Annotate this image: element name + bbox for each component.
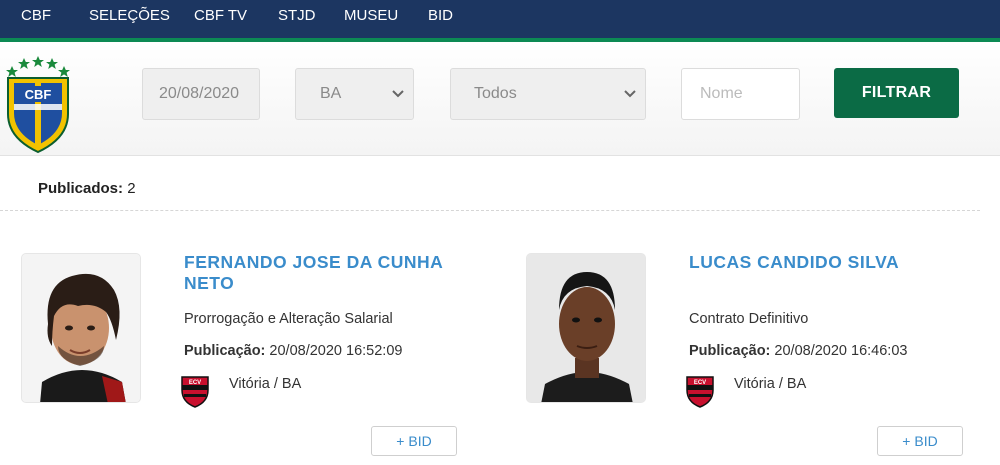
nav-link-museu[interactable]: MUSEU: [344, 7, 398, 24]
vitoria-shield-icon: ECV: [181, 376, 209, 408]
bid-button[interactable]: + BID: [877, 426, 963, 456]
date-input-value: 20/08/2020: [159, 85, 240, 102]
player-name[interactable]: FERNANDO JOSE DA CUNHA NETO: [184, 252, 484, 294]
vitoria-shield-icon: ECV: [686, 376, 714, 408]
publication-label: Publicação:: [689, 343, 771, 359]
chevron-down-icon: [624, 90, 636, 98]
bid-button[interactable]: + BID: [371, 426, 457, 456]
cbf-crest-icon[interactable]: CBF: [2, 56, 74, 154]
chevron-down-icon: [392, 90, 404, 98]
date-input[interactable]: 20/08/2020: [142, 68, 260, 120]
state-select-value: BA: [320, 85, 342, 102]
name-input-placeholder: Nome: [700, 85, 743, 102]
top-navigation: CBF SELEÇÕES CBF TV STJD MUSEU BID: [0, 0, 1000, 42]
publication-info: Publicação: 20/08/2020 16:46:03: [689, 343, 907, 359]
published-counter-label: Publicados:: [38, 180, 124, 197]
player-photo: [526, 253, 646, 403]
club-name: Vitória / BA: [229, 376, 302, 392]
publication-datetime: 20/08/2020 16:52:09: [269, 343, 403, 359]
club-name: Vitória / BA: [734, 376, 807, 392]
type-select[interactable]: Todos: [450, 68, 646, 120]
nav-link-bid[interactable]: BID: [428, 7, 453, 24]
svg-text:ECV: ECV: [189, 380, 201, 386]
type-select-value: Todos: [474, 85, 517, 102]
publication-info: Publicação: 20/08/2020 16:52:09: [184, 343, 402, 359]
name-input[interactable]: Nome: [681, 68, 800, 120]
publication-datetime: 20/08/2020 16:46:03: [774, 343, 908, 359]
logo-text: CBF: [25, 87, 52, 102]
filter-button[interactable]: FILTRAR: [834, 68, 959, 118]
filter-bar: CBF 20/08/2020 BA Todos Nome FILTRAR: [0, 42, 1000, 156]
nav-link-cbf[interactable]: CBF: [21, 7, 51, 24]
state-select[interactable]: BA: [295, 68, 414, 120]
nav-link-cbf-tv[interactable]: CBF TV: [194, 7, 247, 24]
contract-type: Contrato Definitivo: [689, 311, 809, 327]
player-photo: [21, 253, 141, 403]
player-name[interactable]: LUCAS CANDIDO SILVA: [689, 252, 989, 273]
svg-text:ECV: ECV: [694, 380, 706, 386]
contract-type: Prorrogação e Alteração Salarial: [184, 311, 393, 327]
publication-label: Publicação:: [184, 343, 266, 359]
divider: [0, 210, 980, 211]
nav-link-selecoes[interactable]: SELEÇÕES: [89, 7, 170, 24]
published-counter-value: 2: [127, 180, 136, 197]
nav-link-stjd[interactable]: STJD: [278, 7, 316, 24]
published-counter: Publicados: 2: [38, 180, 136, 197]
